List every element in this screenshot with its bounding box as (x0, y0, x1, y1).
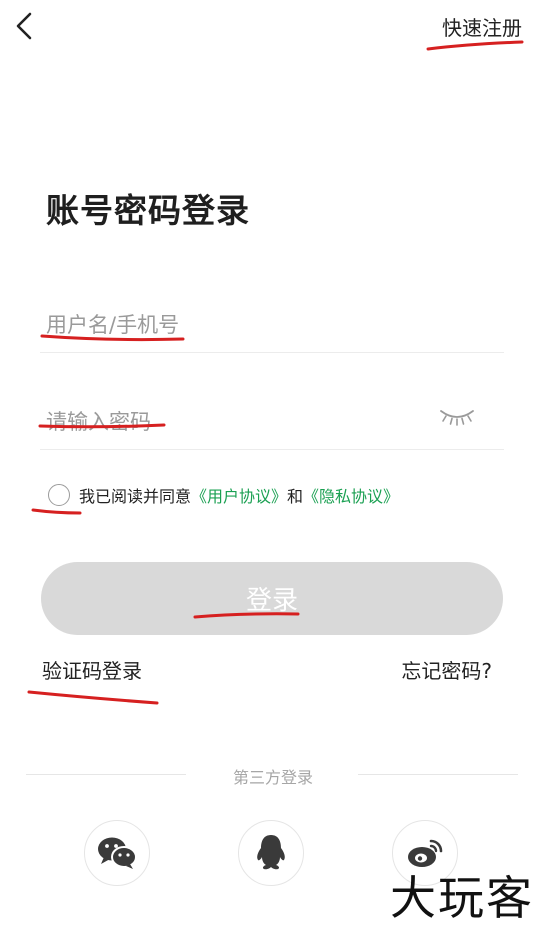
forgot-password-link[interactable]: 忘记密码? (401, 655, 492, 684)
user-agreement-link[interactable]: 《用户协议》 (191, 483, 287, 507)
chevron-left-icon (16, 12, 32, 40)
privacy-policy-link[interactable]: 《隐私协议》 (303, 483, 399, 507)
red-annotation-marks (27, 40, 524, 705)
back-button[interactable] (8, 8, 44, 44)
agreement-and: 和 (287, 487, 304, 506)
page-title: 账号密码登录 (46, 191, 250, 230)
qq-login-button[interactable] (238, 820, 304, 886)
password-input[interactable] (40, 394, 504, 449)
eye-closed-icon (440, 410, 474, 426)
watermark-logo: 大玩客 (390, 871, 534, 925)
password-field-container (40, 394, 504, 450)
agree-checkbox[interactable] (48, 484, 70, 506)
qq-icon (257, 835, 285, 870)
username-input[interactable] (40, 297, 504, 352)
quick-register-link[interactable]: 快速注册 (442, 12, 522, 41)
third-party-login-label: 第三方登录 (232, 768, 313, 787)
agreement-text: 我已阅读并同意 (79, 487, 192, 506)
login-button[interactable]: 登录 (41, 562, 503, 635)
username-field-container (40, 297, 504, 353)
wechat-icon (98, 837, 137, 869)
sms-code-login-link[interactable]: 验证码登录 (42, 655, 142, 684)
agreement-row: 我已阅读并同意 《用户协议》 和 《隐私协议》 (48, 483, 399, 507)
wechat-login-button[interactable] (84, 820, 150, 886)
password-visibility-toggle[interactable] (438, 406, 476, 428)
